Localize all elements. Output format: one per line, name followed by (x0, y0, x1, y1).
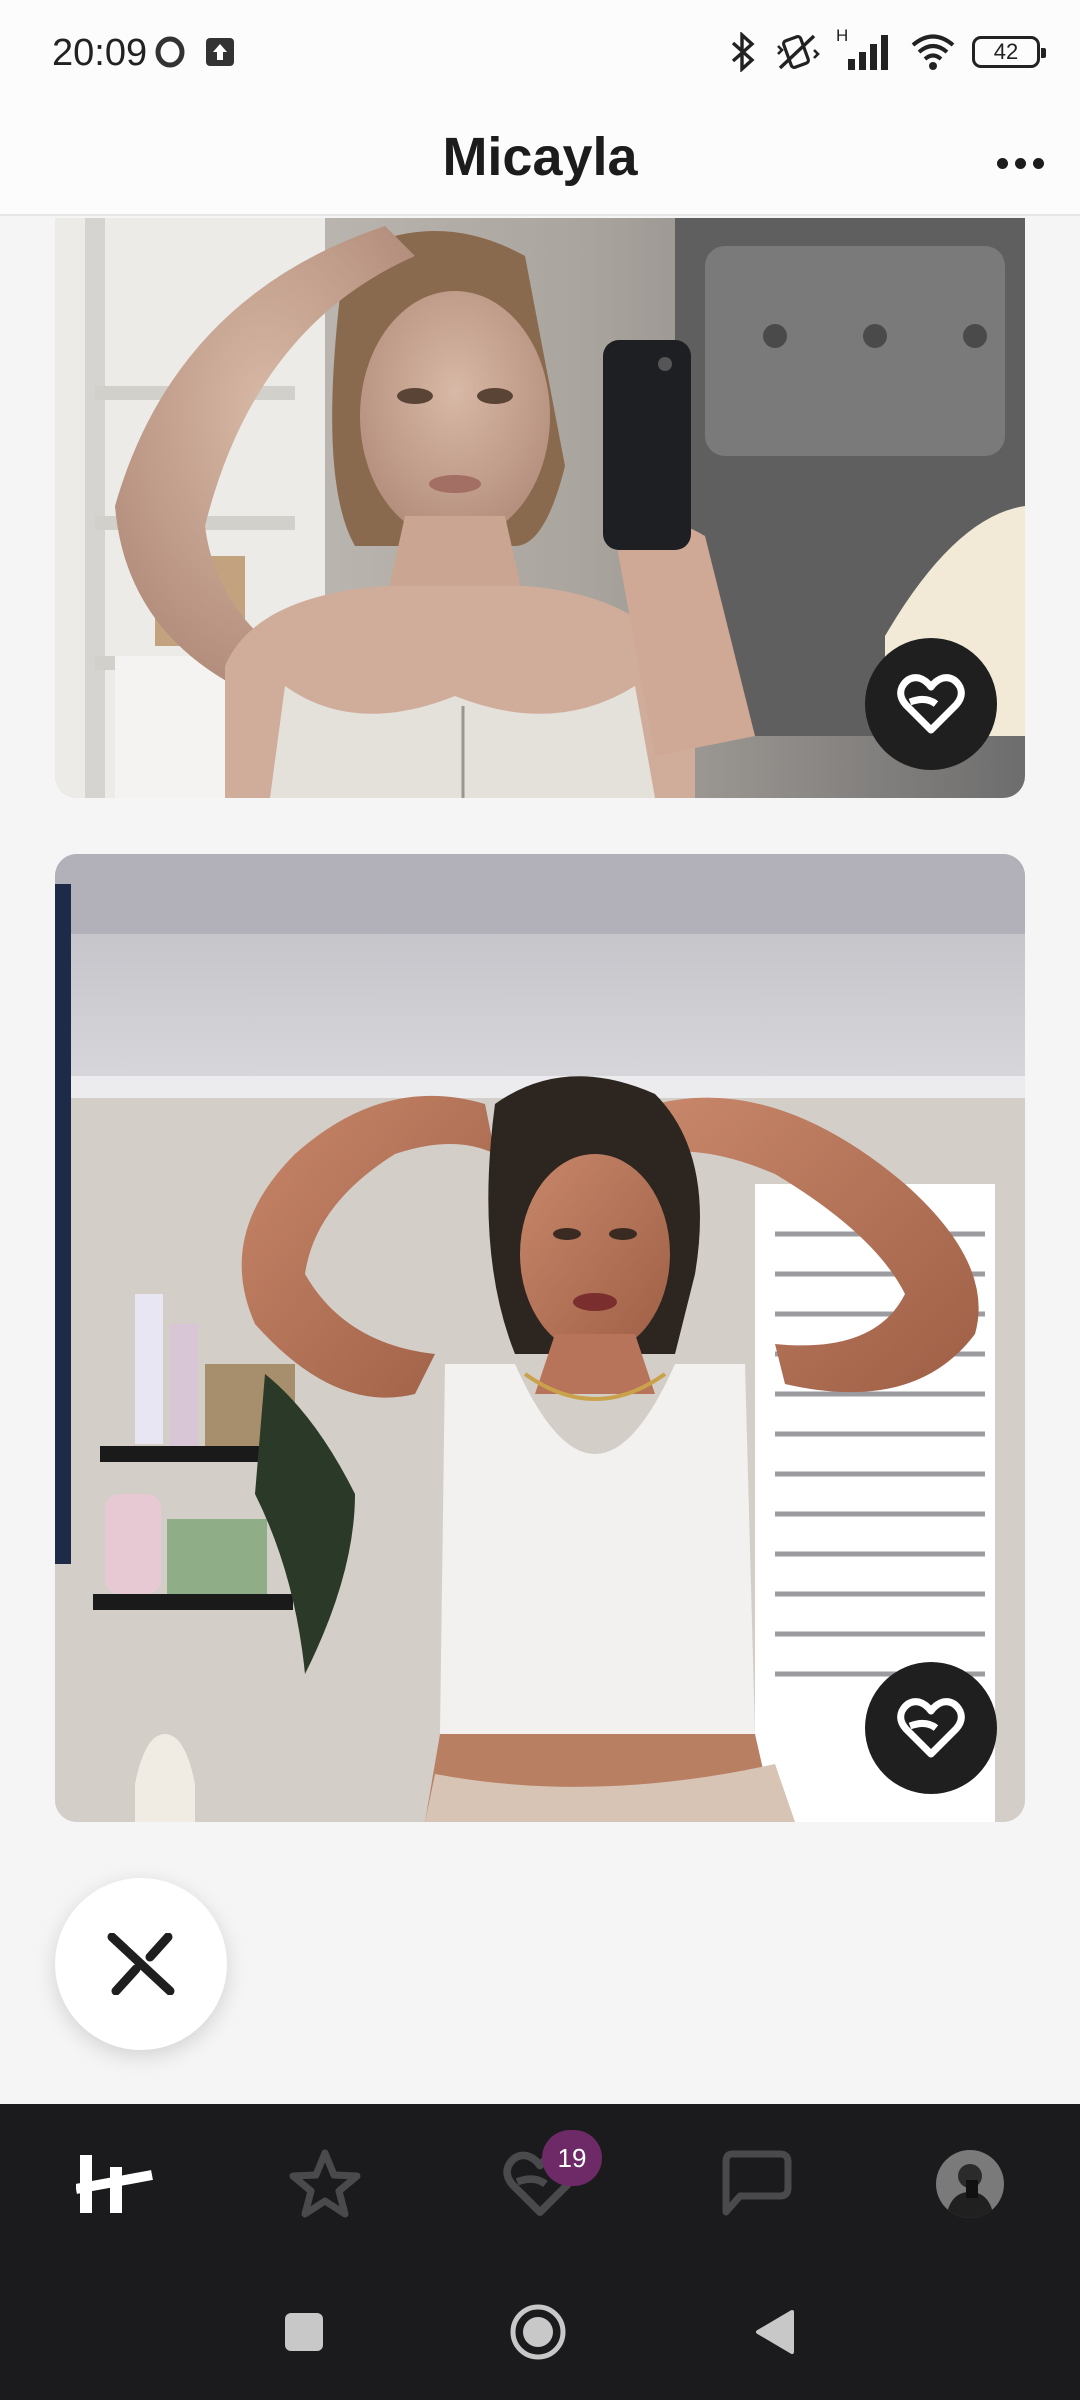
chat-icon (722, 2150, 792, 2216)
profile-photo-card (55, 854, 1025, 1822)
wifi-icon (911, 34, 955, 70)
back-button[interactable] (724, 2288, 824, 2376)
nav-likes-you[interactable]: 19 (470, 2104, 610, 2264)
like-photo-button[interactable] (865, 638, 997, 770)
pass-button[interactable] (55, 1878, 227, 2050)
star-icon (289, 2149, 361, 2218)
home-button[interactable] (488, 2288, 588, 2376)
heart-like-icon (897, 1698, 965, 1758)
home-circle-icon (510, 2304, 566, 2360)
battery-level: 42 (993, 39, 1019, 64)
upload-icon (206, 38, 234, 66)
bluetooth-icon (731, 32, 755, 72)
profile-name: Micayla (442, 127, 638, 187)
back-triangle-icon (756, 2310, 794, 2354)
more-horizontal-icon (996, 157, 1008, 169)
avatar (936, 2150, 1004, 2218)
profile-content[interactable] (0, 218, 1080, 2103)
heart-like-icon (897, 674, 965, 734)
like-photo-button[interactable] (865, 1662, 997, 1794)
bottom-navigation: 19 (0, 2104, 1080, 2264)
status-icons: H 42 (728, 26, 1046, 74)
battery-icon: 42 (972, 36, 1046, 68)
nav-matches[interactable] (686, 2104, 826, 2264)
system-navigation (0, 2264, 1080, 2400)
profile-photo (55, 854, 1025, 1822)
profile-photo-card (55, 218, 1025, 798)
nav-profile[interactable] (900, 2104, 1040, 2264)
opera-icon (155, 36, 185, 68)
recents-button[interactable] (254, 2288, 354, 2376)
profile-header: Micayla (0, 108, 1080, 216)
status-bar: 20:09 H 42 (0, 0, 1080, 108)
nav-standouts[interactable] (255, 2104, 395, 2264)
vibrate-off-icon (777, 34, 820, 70)
hinge-logo-icon (76, 2155, 153, 2213)
network-type-label: H (836, 26, 849, 45)
nav-discover[interactable] (46, 2104, 186, 2264)
close-x-icon (107, 1933, 175, 1995)
more-options-button[interactable] (990, 138, 1050, 188)
likes-count-badge: 19 (542, 2130, 602, 2186)
recents-square-icon (285, 2313, 323, 2351)
signal-icon: H (836, 26, 894, 72)
status-time: 20:09 (52, 32, 148, 74)
